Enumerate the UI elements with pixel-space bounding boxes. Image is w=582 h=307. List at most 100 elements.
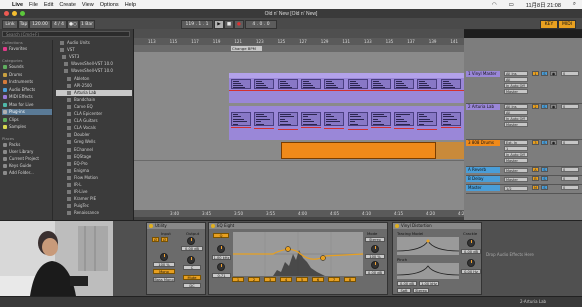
time-signature-field[interactable]: 4 / 4 (51, 20, 67, 29)
browser-file-item[interactable]: IR-L (56, 182, 132, 188)
battery-icon[interactable]: ▭ (509, 2, 514, 8)
eq-gain-value[interactable]: 0.00 dB (365, 270, 385, 275)
crackle-volume-value[interactable]: 0.00 dB (461, 249, 481, 254)
gain-value[interactable]: 0.00 dB (181, 246, 203, 251)
eq-adapt-q-button[interactable]: Q (213, 233, 229, 238)
place-item-4[interactable]: Add Folder... (2, 170, 52, 176)
menu-options[interactable]: Options (100, 2, 119, 8)
key-map-button[interactable]: KEY (540, 20, 558, 29)
arm-button[interactable]: ● (550, 104, 557, 109)
eq-eight-device[interactable]: EQ Eight Mode Stereo 100 % 0.00 dB Q 1.0… (208, 222, 388, 295)
browser-file-item[interactable]: Greg Wells (56, 139, 132, 145)
locator-change-bpm[interactable]: Change BPM (231, 46, 262, 51)
track-header-0[interactable]: 1 Vinyl Master All InsAll ChannelsIn Auto… (466, 71, 582, 104)
link-button[interactable]: Link (2, 20, 18, 29)
browser-file-item[interactable]: WavesShell-VST 10.0 (56, 68, 132, 74)
category-item-plug-ins[interactable]: Plug-ins (2, 109, 52, 115)
menu-help[interactable]: Help (125, 2, 136, 8)
eq-band-3-button[interactable]: 3 (264, 277, 276, 282)
menu-create[interactable]: Create (59, 2, 76, 8)
input-channel-select[interactable]: All Channels (504, 77, 528, 87)
input-type-select[interactable]: All Ins (504, 71, 528, 76)
vinyl-freq-value[interactable]: 1.00 kHz (419, 281, 439, 286)
track-volume[interactable]: 0 (561, 176, 579, 181)
midi-map-button[interactable]: MIDI (558, 20, 576, 29)
zoom-window-icon[interactable] (20, 11, 25, 16)
eq-mode-select[interactable]: Stereo (365, 237, 385, 242)
stop-button[interactable]: ■ (224, 20, 234, 29)
arm-button[interactable]: ● (550, 71, 557, 76)
browser-divider[interactable] (52, 40, 53, 220)
track-3-clip-tail[interactable] (436, 142, 464, 159)
track-activator-button[interactable]: B (532, 176, 539, 181)
place-item-1[interactable]: User Library (2, 149, 52, 155)
browser-file-item[interactable]: Flow Motion (56, 175, 132, 181)
output-select[interactable]: Master (504, 158, 528, 163)
input-type-select[interactable]: Ext. In (504, 140, 528, 145)
category-item-max-for-live[interactable]: Max for Live (2, 102, 52, 108)
category-item-samples[interactable]: Samples (2, 124, 52, 130)
eq-band-2-button[interactable]: 2 (248, 277, 260, 282)
track-activator-button[interactable]: M (532, 185, 539, 190)
browser-file-item[interactable]: PuigTec (56, 203, 132, 209)
gain-knob[interactable] (187, 237, 195, 245)
browser-file-item[interactable]: Doubler (56, 132, 132, 138)
place-item-2[interactable]: Current Project (2, 156, 52, 162)
utility-device[interactable]: Utility Input Output Ø Ø 0.00 dB 100 % M… (146, 222, 206, 295)
input-channel-select[interactable]: All Channels (504, 110, 528, 120)
bass-mono-button[interactable]: Bass Mono (153, 277, 175, 282)
track-name[interactable]: Master (466, 185, 500, 191)
solo-button[interactable]: S (541, 185, 548, 190)
wifi-icon[interactable]: ◠ (492, 2, 497, 8)
locator-row[interactable] (134, 45, 464, 52)
arm-button[interactable]: ● (550, 140, 557, 145)
track-name[interactable]: 1 Vinyl Master (466, 71, 500, 77)
eq-band-4-button[interactable]: 4 (280, 277, 292, 282)
song-position-field[interactable]: 119 . 1 . 1 (181, 20, 213, 29)
track-header-2[interactable]: 3 808 Drums Ext. In 1 In Auto Off Master 3 S ● 0 (466, 140, 582, 167)
monitor-select[interactable]: In Auto Off (504, 116, 528, 121)
place-item-0[interactable]: Packs (2, 142, 52, 148)
browser-file-item[interactable]: Renaissance (56, 210, 132, 216)
solo-button[interactable]: S (541, 104, 548, 109)
menu-file[interactable]: File (29, 2, 38, 8)
input-channel-select[interactable]: 1 (504, 146, 528, 151)
menu-app-live[interactable]: Live (12, 2, 23, 8)
track-name[interactable]: 2 Arturia Lab (466, 104, 500, 110)
monitor-select[interactable]: In Auto Off (504, 83, 528, 88)
menubar-clock[interactable]: 11月8日 21:08 (526, 1, 561, 9)
browser-file-item[interactable]: EChannel (56, 147, 132, 153)
browser-file-item[interactable]: Audio Units (56, 40, 132, 46)
bar-ruler[interactable]: 113 115 117 119 121 123 125 127 129 131 133 135 137 1… (134, 38, 464, 45)
solo-button[interactable]: S (541, 167, 548, 172)
eq-scale-knob[interactable] (371, 245, 379, 253)
minimize-window-icon[interactable] (12, 11, 17, 16)
mute-button[interactable]: Mute (183, 275, 201, 280)
power-icon[interactable] (395, 224, 399, 228)
browser-file-item[interactable]: Ableton (56, 76, 132, 82)
width-knob[interactable] (160, 253, 168, 261)
phase-r-button[interactable]: Ø (161, 237, 168, 242)
browser-file-item[interactable]: IR-Live (56, 189, 132, 195)
eq-gain-knob[interactable] (371, 261, 379, 269)
crackle-density-value[interactable]: 0.00 Hz (461, 269, 481, 274)
browser-file-item[interactable]: CLA Guitars (56, 118, 132, 124)
browser-file-item[interactable]: CLA Epicenter (56, 111, 132, 117)
category-item-audio-effects[interactable]: Audio Effects (2, 87, 52, 93)
eq-curve-display[interactable] (233, 232, 363, 276)
output-select[interactable]: Master (504, 177, 528, 182)
track-header-3[interactable]: A Reverb Master A S 0 (466, 167, 582, 176)
balance-knob[interactable] (187, 256, 195, 264)
output-select[interactable]: Master (504, 122, 528, 127)
pinch-display[interactable] (397, 263, 459, 279)
browser-search-input[interactable]: Search (Cmd+F) (2, 31, 130, 37)
close-window-icon[interactable] (4, 11, 9, 16)
category-item-drums[interactable]: Drums (2, 72, 52, 78)
track-header-1[interactable]: 2 Arturia Lab All InsAll ChannelsIn Auto … (466, 104, 582, 140)
drive-value[interactable]: 0.00 dB (397, 281, 417, 286)
place-item-3[interactable]: Keys Guide (2, 163, 52, 169)
eq-q-value[interactable]: 0.71 (212, 273, 231, 278)
track-activator-button[interactable]: 1 (532, 71, 539, 76)
browser-file-item[interactable]: EQStage (56, 154, 132, 160)
width-value[interactable]: 100 % (153, 262, 175, 267)
